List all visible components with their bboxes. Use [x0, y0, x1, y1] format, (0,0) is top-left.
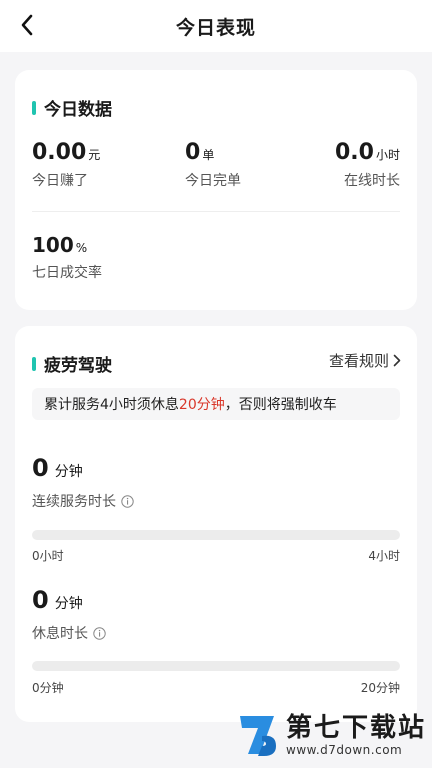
rest-duration-metric: 0 分钟 休息时长 — [32, 586, 106, 643]
divider — [32, 211, 400, 212]
today-data-card: 今日数据 0.00 元 今日赚了 0 单 今日完单 0.0 小时 在线时长 10… — [15, 70, 417, 310]
earned-label: 今日赚了 — [32, 173, 88, 189]
fatigue-section-title: 疲劳驾驶 — [44, 356, 112, 376]
deal-rate-stat: 100 % 七日成交率 — [32, 233, 102, 282]
info-icon[interactable] — [121, 494, 134, 508]
online-value: 0.0 — [335, 140, 374, 165]
service-progress-bar — [32, 530, 400, 540]
watermark-logo-icon — [240, 716, 276, 756]
service-min-label: 0小时 — [32, 549, 64, 563]
chevron-right-icon — [393, 354, 401, 367]
fatigue-notice: 累计服务4小时须休息 20分钟 ，否则将强制收车 — [32, 388, 400, 420]
rest-duration-label: 休息时长 — [32, 626, 88, 642]
deal-rate-label: 七日成交率 — [32, 265, 102, 281]
orders-unit: 单 — [202, 148, 215, 162]
today-section-header: 今日数据 — [32, 95, 112, 120]
orders-stat: 0 单 今日完单 — [185, 140, 241, 190]
rest-min-label: 0分钟 — [32, 681, 64, 695]
earned-stat: 0.00 元 今日赚了 — [32, 140, 100, 190]
notice-suffix: ，否则将强制收车 — [224, 397, 337, 413]
view-rules-label: 查看规则 — [328, 352, 389, 370]
rest-duration-unit: 分钟 — [54, 596, 83, 612]
fatigue-driving-card: 疲劳驾驶 查看规则 累计服务4小时须休息 20分钟 ，否则将强制收车 0 分钟 连续… — [15, 326, 417, 722]
deal-rate-unit: % — [75, 241, 88, 255]
online-unit: 小时 — [375, 148, 400, 162]
watermark-name: 第七下载站 — [286, 713, 427, 743]
accent-bar — [32, 356, 36, 371]
orders-label: 今日完单 — [185, 173, 241, 189]
notice-highlight: 20分钟 — [178, 397, 225, 413]
info-icon[interactable] — [93, 626, 106, 640]
accent-bar — [32, 100, 36, 115]
online-stat: 0.0 小时 在线时长 — [335, 140, 400, 190]
fatigue-section-header: 疲劳驾驶 — [32, 351, 112, 376]
service-duration-unit: 分钟 — [54, 464, 83, 480]
notice-prefix: 累计服务4小时须休息 — [44, 397, 179, 413]
service-duration-metric: 0 分钟 连续服务时长 — [32, 454, 134, 511]
watermark-url: www.d7down.com — [286, 743, 403, 757]
top-bar: 今日表现 — [0, 0, 432, 52]
rest-progress-bar — [32, 661, 400, 671]
service-max-label: 4小时 — [368, 549, 400, 563]
page-title: 今日表现 — [175, 17, 256, 39]
today-section-title: 今日数据 — [44, 100, 112, 120]
deal-rate-value: 100 — [32, 233, 74, 257]
watermark: 第七下载站 www.d7down.com — [236, 706, 428, 764]
rest-duration-value: 0 — [32, 586, 49, 614]
orders-value: 0 — [185, 140, 201, 165]
online-label: 在线时长 — [344, 173, 400, 189]
earned-value: 0.00 — [32, 140, 87, 165]
service-duration-label: 连续服务时长 — [32, 494, 116, 510]
rest-max-label: 20分钟 — [360, 681, 400, 695]
view-rules-link[interactable]: 查看规则 — [329, 350, 401, 371]
earned-unit: 元 — [88, 148, 101, 162]
service-duration-value: 0 — [32, 454, 49, 482]
